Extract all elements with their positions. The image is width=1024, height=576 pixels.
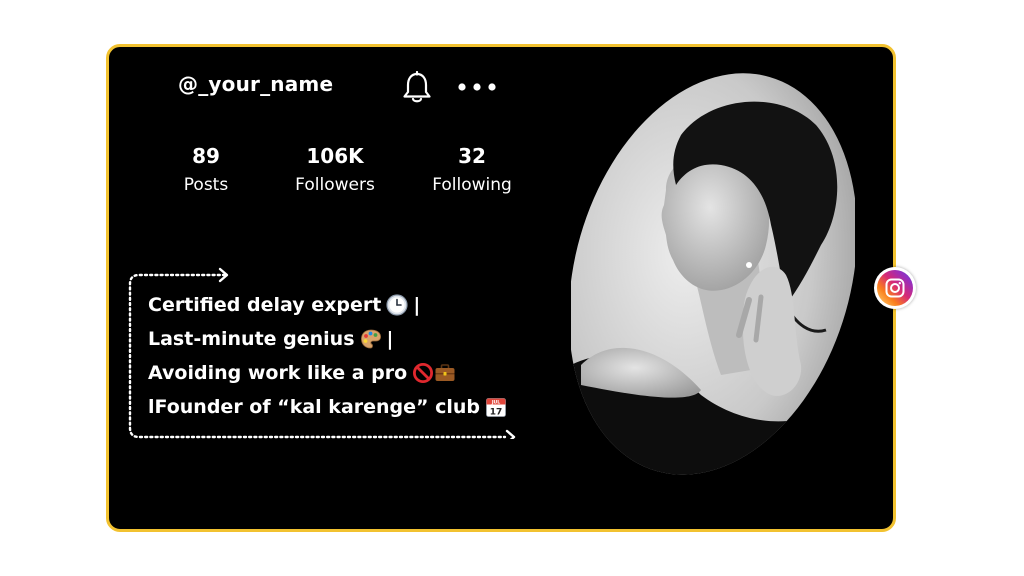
bio-line-4: lFounder of “kal karenge” club JUL 17 <box>148 390 507 424</box>
instagram-icon <box>877 270 913 306</box>
calendar-emoji-icon: JUL 17 <box>486 398 506 418</box>
profile-card: @_your_name 89 Posts 106K Followers 32 F… <box>106 44 896 532</box>
bio-line-4-text: lFounder of “kal karenge” club <box>148 396 481 418</box>
posts-count: 89 <box>192 144 220 168</box>
palette-emoji-icon <box>360 329 381 349</box>
stat-posts[interactable]: 89 Posts <box>146 144 266 195</box>
stat-following[interactable]: 32 Following <box>412 144 532 195</box>
bio-line-2-text: Last-minute genius <box>148 328 355 350</box>
bio-line-3: Avoiding work like a pro <box>148 356 507 390</box>
stat-followers[interactable]: 106K Followers <box>275 144 395 195</box>
instagram-badge[interactable] <box>874 267 916 309</box>
username: @_your_name <box>178 72 334 96</box>
posts-label: Posts <box>183 175 229 195</box>
prohibited-emoji-icon <box>413 362 434 384</box>
followers-label: Followers <box>295 175 375 195</box>
clock-emoji-icon <box>386 294 408 316</box>
following-label: Following <box>432 175 512 195</box>
bio-line-1-text: Certified delay expert <box>148 294 382 316</box>
calendar-month: JUL <box>491 399 500 405</box>
followers-count: 106K <box>306 144 364 168</box>
bell-icon[interactable] <box>401 71 433 105</box>
bio-line-1: Certified delay expert | <box>148 288 507 322</box>
calendar-day: 17 <box>490 408 503 418</box>
bio-line-3-text: Avoiding work like a pro <box>148 362 408 384</box>
bio-line-2-divider: | <box>386 328 394 350</box>
more-dots-icon[interactable] <box>457 81 497 93</box>
briefcase-emoji-icon <box>435 364 455 381</box>
following-count: 32 <box>458 144 486 168</box>
profile-photo[interactable] <box>571 65 855 483</box>
bio-text: Certified delay expert | Last-minute gen… <box>148 288 507 424</box>
bio-line-1-divider: | <box>413 294 421 316</box>
bio-line-2: Last-minute genius | <box>148 322 507 356</box>
